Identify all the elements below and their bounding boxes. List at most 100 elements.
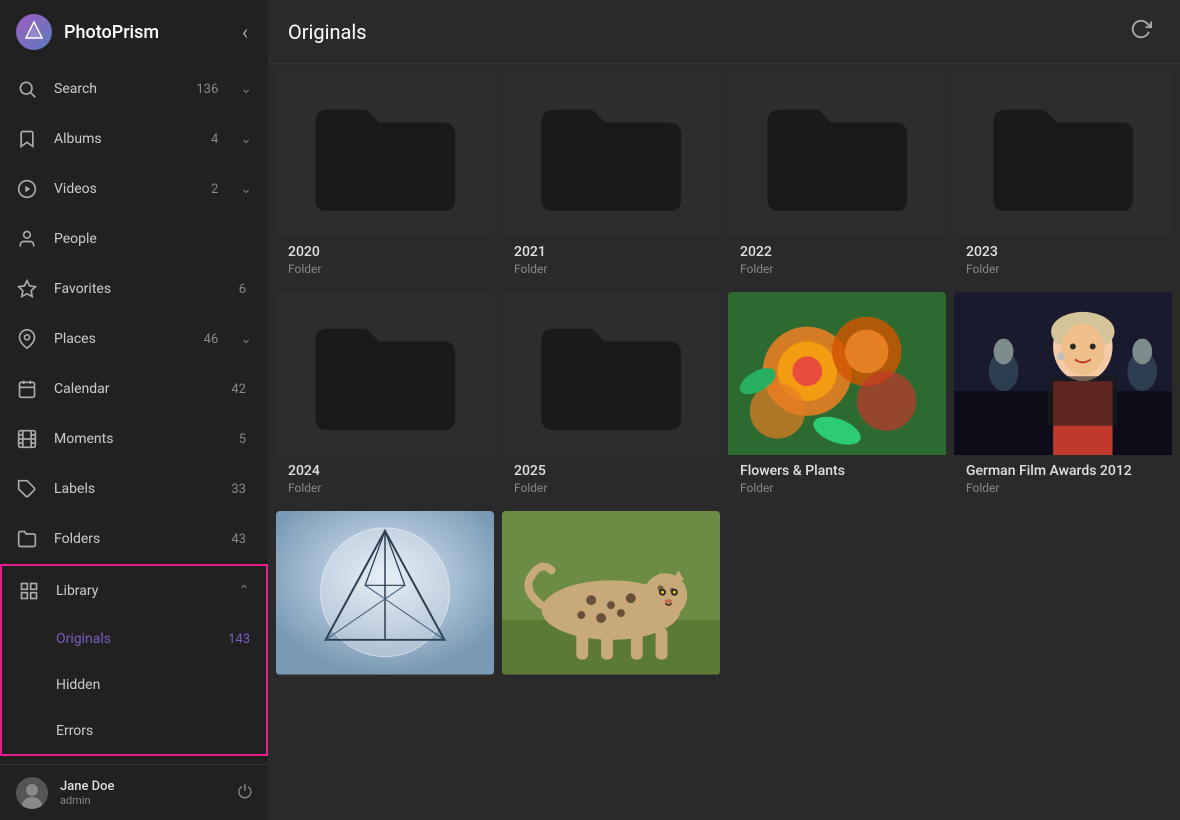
folder-info: 2024 Folder xyxy=(276,455,494,503)
folder-type: Folder xyxy=(288,262,482,276)
folder-type: Folder xyxy=(514,481,708,495)
photo-thumbnail xyxy=(502,511,720,675)
chevron-down-icon: ⌄ xyxy=(240,331,252,347)
grid-item-2025[interactable]: 2025 Folder xyxy=(502,292,720,504)
library-icon xyxy=(18,580,40,602)
photo-thumbnail xyxy=(276,511,494,675)
sidebar-count-originals: 143 xyxy=(228,632,250,647)
grid-item-2021[interactable]: 2021 Folder xyxy=(502,72,720,284)
label-icon xyxy=(16,478,38,500)
sidebar-item-albums[interactable]: Albums 4 ⌄ xyxy=(0,114,268,164)
sidebar-label-errors: Errors xyxy=(56,723,93,739)
folder-thumbnail xyxy=(276,72,494,236)
sidebar-count-folders: 43 xyxy=(231,532,246,547)
sidebar-label-people: People xyxy=(54,231,252,247)
sidebar-count-places: 46 xyxy=(204,332,219,347)
logout-button[interactable]: ⏻ xyxy=(238,782,252,803)
bookmark-icon xyxy=(16,128,38,150)
folder-info: 2022 Folder xyxy=(728,236,946,284)
sidebar-label-library: Library xyxy=(56,583,222,599)
sidebar-label-videos: Videos xyxy=(54,181,195,197)
grid-item-german-film[interactable]: German Film Awards 2012 Folder xyxy=(954,292,1172,504)
grid-item-2023[interactable]: 2023 Folder xyxy=(954,72,1172,284)
sidebar-label-search: Search xyxy=(54,81,180,97)
folder-type: Folder xyxy=(966,262,1160,276)
main-header: Originals xyxy=(268,0,1180,64)
chevron-up-icon: ⌃ xyxy=(238,583,250,599)
sidebar-label-hidden: Hidden xyxy=(56,677,100,693)
sidebar-count-moments: 5 xyxy=(239,432,246,447)
chevron-down-icon: ⌄ xyxy=(240,81,252,97)
sidebar-label-labels: Labels xyxy=(54,481,215,497)
star-icon xyxy=(16,278,38,300)
play-icon xyxy=(16,178,38,200)
folder-info: Flowers & Plants Folder xyxy=(728,455,946,503)
sidebar-item-calendar[interactable]: Calendar 42 xyxy=(0,364,268,414)
folder-name: 2020 xyxy=(288,244,482,260)
sidebar-label-albums: Albums xyxy=(54,131,195,147)
sidebar-item-labels[interactable]: Labels 33 xyxy=(0,464,268,514)
folder-info: 2021 Folder xyxy=(502,236,720,284)
folder-name: 2023 xyxy=(966,244,1160,260)
app-logo xyxy=(16,14,52,50)
grid-item-2020[interactable]: 2020 Folder xyxy=(276,72,494,284)
folder-info: 2020 Folder xyxy=(276,236,494,284)
sidebar-item-people[interactable]: People xyxy=(0,214,268,264)
sidebar: PhotoPrism ‹ Search 136 ⌄ Albums 4 ⌄ xyxy=(0,0,268,820)
sidebar-label-places: Places xyxy=(54,331,188,347)
folder-thumbnail xyxy=(728,72,946,236)
folder-type: Folder xyxy=(514,262,708,276)
grid-item-2024[interactable]: 2024 Folder xyxy=(276,292,494,504)
sidebar-item-moments[interactable]: Moments 5 xyxy=(0,414,268,464)
folder-type: Folder xyxy=(740,262,934,276)
library-section: Library ⌃ Originals 143 Hidden Errors xyxy=(0,564,268,756)
folder-info: 2023 Folder xyxy=(954,236,1172,284)
folder-name: 2024 xyxy=(288,463,482,479)
sidebar-collapse-button[interactable]: ‹ xyxy=(238,16,252,48)
main-content: Originals 2020 Folder xyxy=(268,0,1180,820)
sidebar-item-favorites[interactable]: Favorites 6 xyxy=(0,264,268,314)
sidebar-footer: Jane Doe admin ⏻ xyxy=(0,764,268,820)
sidebar-nav: Search 136 ⌄ Albums 4 ⌄ Videos 2 ⌄ xyxy=(0,64,268,764)
sidebar-item-hidden[interactable]: Hidden xyxy=(2,662,266,708)
folder-name: 2022 xyxy=(740,244,934,260)
folder-type: Folder xyxy=(966,481,1160,495)
folder-info: 2025 Folder xyxy=(502,455,720,503)
sidebar-count-videos: 2 xyxy=(211,182,218,197)
sidebar-label-favorites: Favorites xyxy=(54,281,223,297)
folder-thumbnail xyxy=(954,72,1172,236)
refresh-button[interactable] xyxy=(1122,10,1160,53)
sidebar-item-search[interactable]: Search 136 ⌄ xyxy=(0,64,268,114)
sidebar-item-errors[interactable]: Errors xyxy=(2,708,266,754)
folder-icon xyxy=(16,528,38,550)
folder-thumbnail xyxy=(502,292,720,456)
folder-thumbnail xyxy=(502,72,720,236)
user-info: Jane Doe admin xyxy=(60,779,226,807)
photo-thumbnail xyxy=(728,292,946,456)
avatar xyxy=(16,777,48,809)
sidebar-item-videos[interactable]: Videos 2 ⌄ xyxy=(0,164,268,214)
grid-item-triangle[interactable] xyxy=(276,511,494,675)
person-icon xyxy=(16,228,38,250)
app-title: PhotoPrism xyxy=(64,22,226,43)
sidebar-count-calendar: 42 xyxy=(231,382,246,397)
photo-grid: 2020 Folder 2021 Folder xyxy=(268,64,1180,820)
folder-info: German Film Awards 2012 Folder xyxy=(954,455,1172,503)
page-title: Originals xyxy=(288,20,1122,44)
chevron-down-icon: ⌄ xyxy=(240,181,252,197)
sidebar-item-library[interactable]: Library ⌃ xyxy=(2,566,266,616)
folder-name: German Film Awards 2012 xyxy=(966,463,1160,479)
user-role: admin xyxy=(60,794,226,807)
sidebar-item-originals[interactable]: Originals 143 xyxy=(2,616,266,662)
sidebar-label-moments: Moments xyxy=(54,431,223,447)
film-icon xyxy=(16,428,38,450)
sidebar-item-places[interactable]: Places 46 ⌄ xyxy=(0,314,268,364)
grid-item-flowers[interactable]: Flowers & Plants Folder xyxy=(728,292,946,504)
photo-thumbnail xyxy=(954,292,1172,456)
grid-item-cheetah[interactable] xyxy=(502,511,720,675)
sidebar-count-favorites: 6 xyxy=(239,282,246,297)
chevron-down-icon: ⌄ xyxy=(240,131,252,147)
grid-item-2022[interactable]: 2022 Folder xyxy=(728,72,946,284)
sidebar-label-originals: Originals xyxy=(56,631,220,647)
sidebar-item-folders[interactable]: Folders 43 xyxy=(0,514,268,564)
